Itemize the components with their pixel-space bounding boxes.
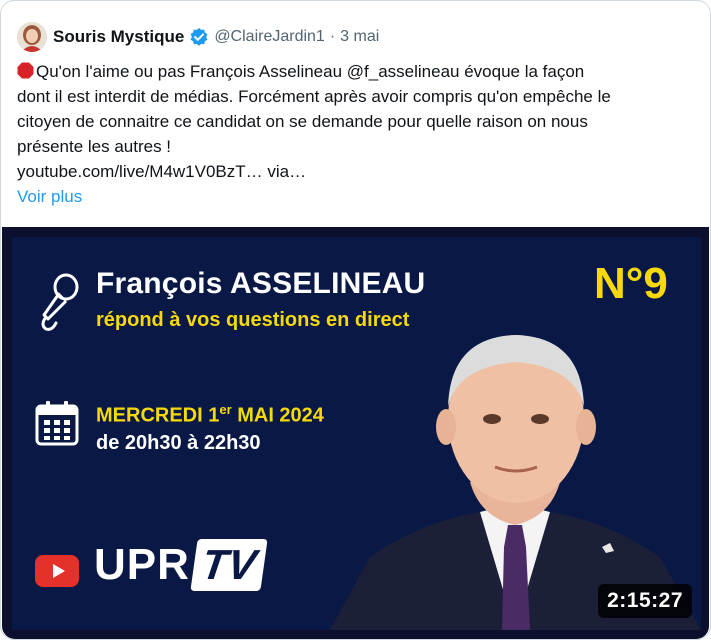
video-player[interactable]: François ASSELINEAU répond à vos questio… — [2, 227, 709, 639]
verified-badge-icon — [189, 27, 209, 47]
tweet-line: dont il est interdit de médias. Forcémen… — [17, 87, 611, 106]
video-title: François ASSELINEAU — [96, 267, 426, 300]
tweet-date[interactable]: 3 mai — [340, 28, 379, 46]
author-handle[interactable]: @ClaireJardin1 — [214, 28, 325, 46]
tweet-line: citoyen de connaitre ce candidat on se d… — [17, 112, 588, 131]
calendar-icon — [35, 401, 79, 446]
show-more-link[interactable]: Voir plus — [17, 184, 697, 209]
separator-dot: · — [329, 28, 336, 45]
event-date: MERCREDI 1er MAI 2024 — [96, 402, 324, 427]
episode-number: N°9 — [594, 259, 668, 308]
tweet-line: présente les autres ! — [17, 137, 172, 156]
speaker-portrait — [330, 335, 701, 630]
video-thumbnail[interactable]: François ASSELINEAU répond à vos questio… — [12, 237, 701, 630]
tweet-header: Souris Mystique @ClaireJardin1 · 3 mai — [17, 21, 379, 53]
tweet-link-line[interactable]: youtube.com/live/M4w1V0BzT… via… — [17, 159, 697, 184]
youtube-play-icon — [35, 555, 79, 587]
video-duration-badge: 2:15:27 — [598, 584, 692, 618]
tweet-card[interactable]: Souris Mystique @ClaireJardin1 · 3 mai Q… — [0, 0, 711, 640]
event-time: de 20h30 à 22h30 — [96, 432, 261, 454]
tweet-text: Qu'on l'aime ou pas François Asselineau … — [17, 59, 697, 209]
microphone-icon — [41, 273, 79, 331]
avatar[interactable] — [17, 22, 47, 52]
author-name[interactable]: Souris Mystique — [53, 27, 184, 47]
upr-tv-logo: UPR TV — [94, 539, 268, 591]
tweet-line: Qu'on l'aime ou pas François Asselineau … — [17, 59, 697, 84]
stop-sign-emoji-icon — [17, 61, 34, 79]
